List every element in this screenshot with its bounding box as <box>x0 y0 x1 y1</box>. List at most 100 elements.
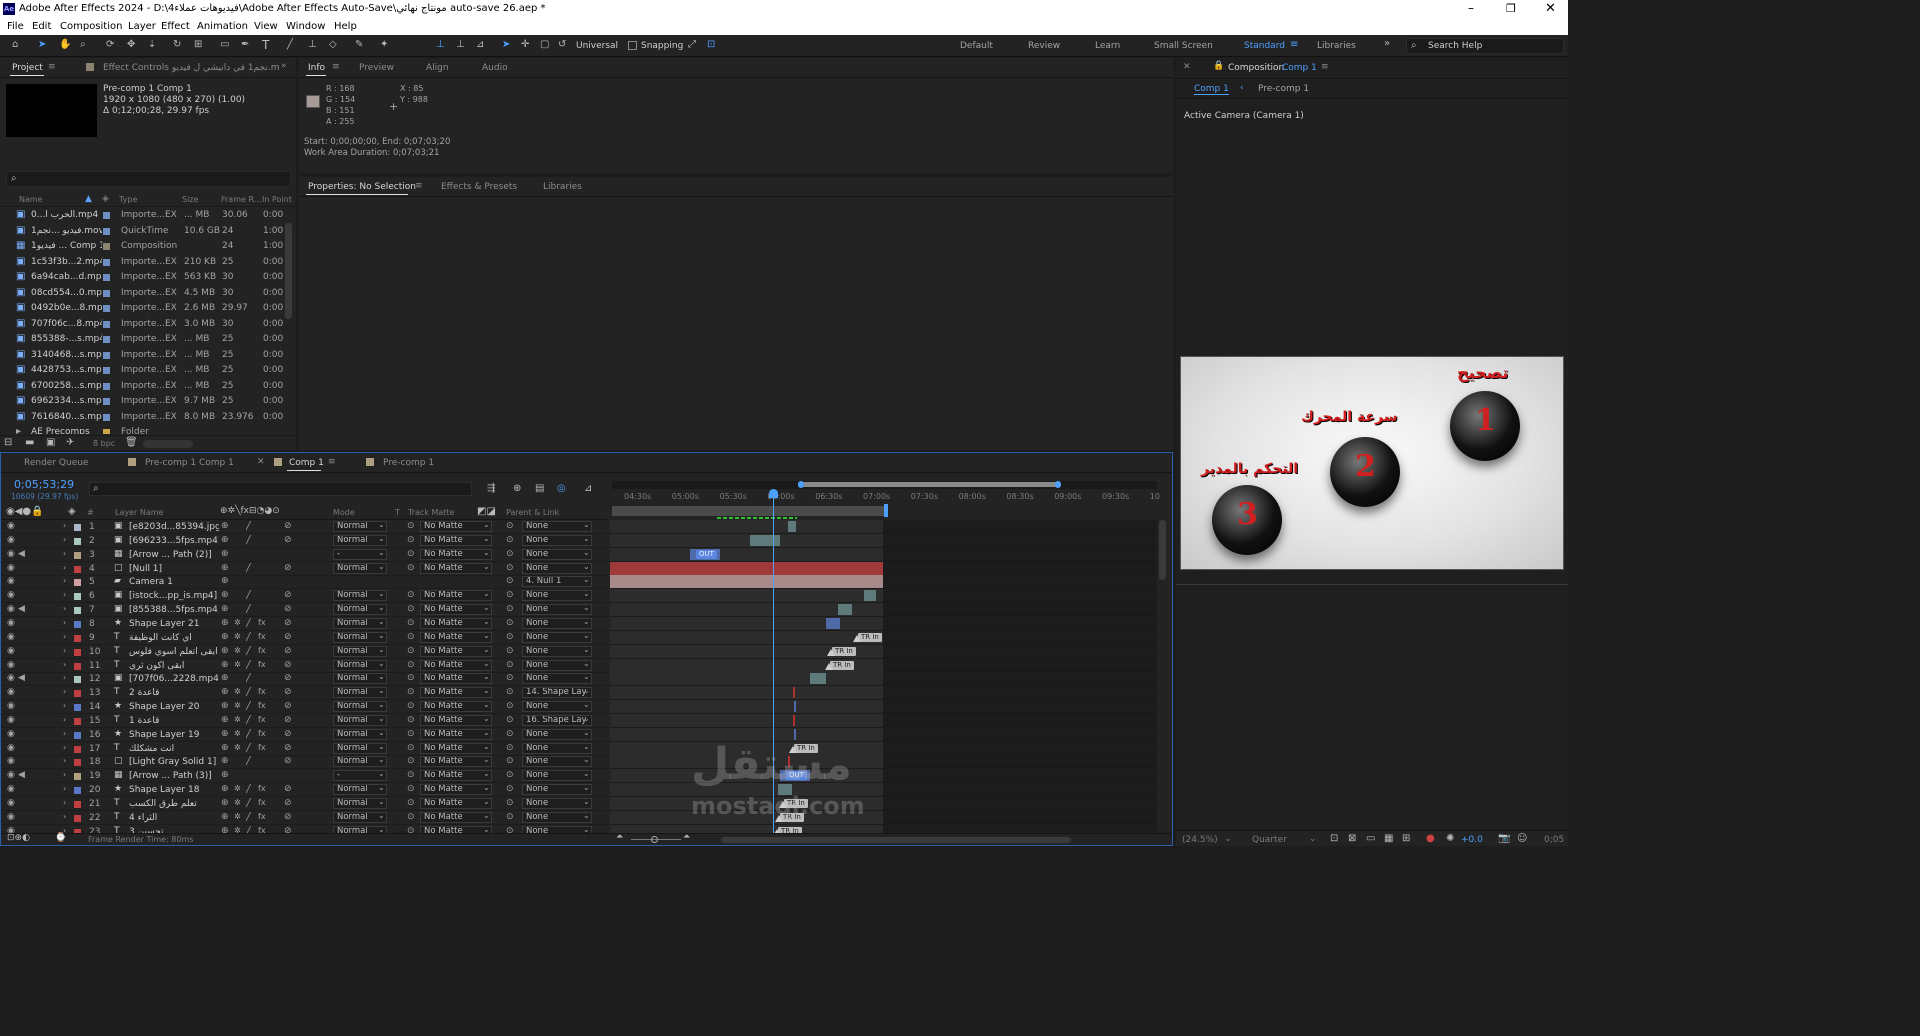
current-timecode[interactable]: 0;05;53;29 <box>14 478 74 491</box>
layer-track[interactable]: TR In <box>610 630 1157 644</box>
switch-quality-icon[interactable]: ╱ <box>246 660 251 670</box>
switch-shy-icon[interactable]: ⊕ <box>221 770 229 780</box>
matte-link-icon[interactable]: ⊙ <box>407 590 415 600</box>
zoom-out-icon[interactable]: ⏶ <box>616 832 623 842</box>
audio-icon[interactable]: ◀ <box>18 549 25 559</box>
parent-pickwhip-icon[interactable]: ⊙ <box>506 812 514 822</box>
workspace-overflow-icon[interactable]: » <box>1384 38 1390 49</box>
eye-icon[interactable]: ◉ <box>7 743 15 753</box>
audio-icon[interactable]: ◀ <box>18 673 25 683</box>
switch-3d-icon[interactable]: ⊘ <box>284 646 292 656</box>
layer-name[interactable]: [855388...5fps.mp4] <box>129 605 219 615</box>
workspace-review[interactable]: Review <box>1028 41 1060 51</box>
switch-3d-icon[interactable]: ⊘ <box>284 604 292 614</box>
switch-fx-icon[interactable]: fx <box>258 715 266 724</box>
audio-icon[interactable]: ◀ <box>18 770 25 780</box>
eye-icon[interactable]: ◉ <box>7 715 15 725</box>
layer-name[interactable]: Shape Layer 21 <box>129 619 219 629</box>
expand-arrow-icon[interactable]: › <box>63 826 66 833</box>
layer-track[interactable] <box>610 700 1157 714</box>
toggle-switches-icon[interactable]: ⊡⊕◐ <box>7 833 30 843</box>
switch-quality-icon[interactable]: ╱ <box>246 798 251 808</box>
transparency-grid-icon[interactable]: ⊠ <box>1348 833 1356 844</box>
layer-row[interactable]: ◉ › 14 ★ Shape Layer 20 ⊕ ✲ ╱ fx ⊘ Normal ⌄ ⊙ No Matt… <box>1 700 607 715</box>
rectangle-tool-icon[interactable]: ▭ <box>220 39 229 50</box>
time-ruler[interactable]: 04:30s 05:00s 05:30s 06:00s 06:30s 07:00s 07:3… <box>612 489 1160 505</box>
layer-name[interactable]: [Null 1] <box>129 564 219 574</box>
layer-name[interactable]: [istock...pp_is.mp4] <box>129 591 219 601</box>
snap-select-icon[interactable]: ➤ <box>502 39 510 50</box>
matte-link-icon[interactable]: ⊙ <box>407 715 415 725</box>
parent-pickwhip-icon[interactable]: ⊙ <box>506 521 514 531</box>
switch-shy-icon[interactable]: ⊕ <box>221 646 229 656</box>
col-type[interactable]: Type <box>119 195 137 204</box>
switch-quality-icon[interactable]: ╱ <box>246 784 251 794</box>
track-matte-dropdown[interactable]: No Matte <box>420 590 492 602</box>
expand-arrow-icon[interactable]: › <box>63 673 66 682</box>
layer-track[interactable] <box>610 561 1157 575</box>
matte-link-icon[interactable]: ⊙ <box>407 784 415 794</box>
col-size[interactable]: Size <box>182 195 198 204</box>
matte-link-icon[interactable]: ⊙ <box>407 798 415 808</box>
switch-collapse-icon[interactable]: ✲ <box>234 632 241 641</box>
switch-fx-icon[interactable]: fx <box>258 646 266 655</box>
menu-animation[interactable]: Animation <box>197 21 248 32</box>
expand-arrow-icon[interactable]: › <box>63 521 66 530</box>
layer-row[interactable]: ◉ › 13 T قاعدة 2 ⊕ ✲ ╱ fx ⊘ Normal ⌄ ⊙ No Matte ⌄ ⊙ 14. … <box>1 686 607 701</box>
tab-close-icon[interactable]: ✕ <box>257 457 265 467</box>
bpc-button[interactable]: 8 bpc <box>93 439 115 448</box>
comp-current-time[interactable]: 0;05 <box>1544 835 1564 845</box>
switch-shy-icon[interactable]: ⊕ <box>221 784 229 794</box>
parent-pickwhip-icon[interactable]: ⊙ <box>506 632 514 642</box>
switch-fx-icon[interactable]: fx <box>258 618 266 627</box>
eye-icon[interactable]: ◉ <box>7 701 15 711</box>
audio-icon[interactable]: ◀ <box>18 604 25 614</box>
help-search-box[interactable]: ⌕ Search Help <box>1406 38 1564 54</box>
switch-quality-icon[interactable]: ╱ <box>246 701 251 711</box>
eraser-tool-icon[interactable]: ◇ <box>329 39 337 50</box>
layer-duration-bar[interactable] <box>610 561 883 575</box>
parent-dropdown[interactable]: None <box>522 562 592 574</box>
layer-duration-bar[interactable] <box>610 575 883 589</box>
layer-row[interactable]: ◉ ◀ › 3 ▦ [Arrow ... Path (2)] ⊕ - ⌄ ⊙ No Matte ⌄ ⊙ N… <box>1 548 607 562</box>
expand-arrow-icon[interactable]: › <box>63 576 66 585</box>
matte-link-icon[interactable]: ⊙ <box>407 826 415 833</box>
col-track-matte[interactable]: Track Matte <box>408 508 454 517</box>
switch-fx-icon[interactable]: fx <box>258 826 266 833</box>
parent-pickwhip-icon[interactable]: ⊙ <box>506 687 514 697</box>
snap-scale-icon[interactable]: ▢ <box>540 39 549 50</box>
matte-link-icon[interactable]: ⊙ <box>407 812 415 822</box>
time-navigator[interactable] <box>612 481 1157 489</box>
project-item-label[interactable] <box>102 304 111 316</box>
track-matte-dropdown[interactable]: No Matte <box>420 756 492 768</box>
workspace-standard[interactable]: Standard <box>1244 41 1285 51</box>
layer-name[interactable]: Camera 1 <box>129 577 219 587</box>
switch-collapse-icon[interactable]: ✲ <box>234 660 241 669</box>
current-time-indicator[interactable] <box>769 489 778 498</box>
menu-composition[interactable]: Composition <box>60 21 122 32</box>
menu-edit[interactable]: Edit <box>32 21 51 32</box>
matte-link-icon[interactable]: ⊙ <box>407 743 415 753</box>
switch-shy-icon[interactable]: ⊕ <box>221 756 229 766</box>
work-area-end-handle[interactable] <box>884 504 888 517</box>
switch-3d-icon[interactable]: ⊘ <box>284 798 292 808</box>
switch-quality-icon[interactable]: ╱ <box>246 826 251 833</box>
project-item-label[interactable] <box>102 288 111 301</box>
project-item-label[interactable] <box>102 428 111 434</box>
parent-pickwhip-icon[interactable]: ⊙ <box>506 784 514 794</box>
tab-project[interactable]: Project <box>12 63 43 73</box>
switch-3d-icon[interactable]: ⊘ <box>284 812 292 822</box>
project-item[interactable]: ▣ الحرب أ...0.mp4 Importe...EX ... MB 30.06 0… <box>0 208 284 222</box>
layer-row[interactable]: ◉ › 9 T اي كانت الوظيفة ⊕ ✲ ╱ fx ⊘ Normal ⌄ ⊙ No Matt… <box>1 631 607 645</box>
track-matte-dropdown[interactable]: No Matte <box>420 659 492 671</box>
switch-fx-icon[interactable]: fx <box>258 812 266 821</box>
switch-quality-icon[interactable]: ╱ <box>246 812 251 822</box>
switch-3d-icon[interactable]: ⊘ <box>284 660 292 670</box>
switch-collapse-icon[interactable]: ✲ <box>234 618 241 627</box>
parent-pickwhip-icon[interactable]: ⊙ <box>506 576 514 586</box>
track-matte-dropdown[interactable]: No Matte <box>420 604 492 616</box>
keyframe-marker[interactable] <box>794 701 796 713</box>
matte-link-icon[interactable]: ⊙ <box>407 563 415 573</box>
layer-row[interactable]: ◉ › 11 T ابقى اكون ثري ⊕ ✲ ╱ fx ⊘ Normal ⌄ ⊙ No Matte… <box>1 659 607 673</box>
parent-pickwhip-icon[interactable]: ⊙ <box>506 535 514 545</box>
